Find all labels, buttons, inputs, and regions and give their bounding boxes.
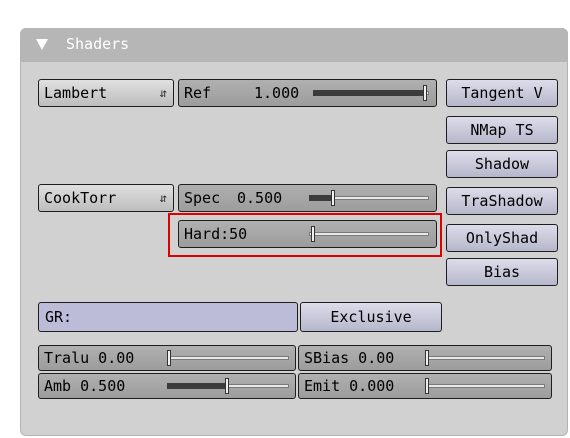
sbias-slider[interactable]: SBias 0.00 bbox=[298, 345, 552, 371]
panel-header[interactable]: Shaders bbox=[20, 28, 568, 62]
trashadow-toggle[interactable]: TraShadow bbox=[446, 187, 558, 215]
nmap-ts-toggle[interactable]: NMap TS bbox=[446, 116, 558, 144]
specular-shader-menu[interactable]: CookTorr ⇵ bbox=[38, 184, 174, 212]
spec-slider[interactable]: Spec 0.500 bbox=[178, 184, 437, 212]
tangent-v-toggle[interactable]: Tangent V bbox=[446, 79, 558, 107]
ref-label: Ref bbox=[184, 84, 212, 102]
updown-arrows-icon: ⇵ bbox=[159, 191, 167, 205]
diffuse-shader-menu[interactable]: Lambert ⇵ bbox=[38, 79, 174, 107]
diffuse-shader-label: Lambert bbox=[44, 84, 108, 102]
shadow-toggle[interactable]: Shadow bbox=[446, 150, 558, 178]
tralu-label: Tralu 0.00 bbox=[44, 349, 135, 367]
emit-label: Emit 0.000 bbox=[304, 377, 395, 395]
emit-slider[interactable]: Emit 0.000 bbox=[298, 373, 552, 399]
ref-value: 1.000 bbox=[254, 84, 300, 102]
exclusive-toggle[interactable]: Exclusive bbox=[300, 302, 442, 332]
tralu-track bbox=[167, 356, 289, 360]
collapse-triangle-icon[interactable] bbox=[36, 39, 48, 50]
tralu-knob[interactable] bbox=[167, 350, 171, 366]
spec-label: Spec bbox=[184, 189, 221, 207]
spec-value: 0.500 bbox=[237, 189, 283, 207]
amb-label: Amb 0.500 bbox=[44, 377, 126, 395]
spec-knob[interactable] bbox=[331, 190, 335, 206]
ref-slider[interactable]: Ref 1.000 bbox=[178, 79, 437, 107]
sbias-knob[interactable] bbox=[425, 350, 429, 366]
amb-knob[interactable] bbox=[225, 378, 229, 394]
bias-toggle[interactable]: Bias bbox=[446, 258, 558, 286]
panel-title: Shaders bbox=[66, 35, 130, 53]
emit-track bbox=[425, 384, 545, 388]
ref-knob[interactable] bbox=[423, 85, 427, 101]
amb-slider[interactable]: Amb 0.500 bbox=[38, 373, 296, 399]
updown-arrows-icon: ⇵ bbox=[159, 86, 167, 100]
amb-fill bbox=[167, 383, 225, 389]
group-field[interactable]: GR: bbox=[38, 302, 298, 332]
spec-fill bbox=[309, 195, 331, 201]
sbias-track bbox=[425, 356, 545, 360]
ref-fill bbox=[313, 90, 425, 96]
tralu-slider[interactable]: Tralu 0.00 bbox=[38, 345, 296, 371]
sbias-label: SBias 0.00 bbox=[304, 349, 395, 367]
specular-shader-label: CookTorr bbox=[44, 189, 117, 207]
emit-knob[interactable] bbox=[425, 378, 429, 394]
hard-highlight-box bbox=[168, 213, 442, 257]
onlyshad-toggle[interactable]: OnlyShad bbox=[446, 224, 558, 252]
